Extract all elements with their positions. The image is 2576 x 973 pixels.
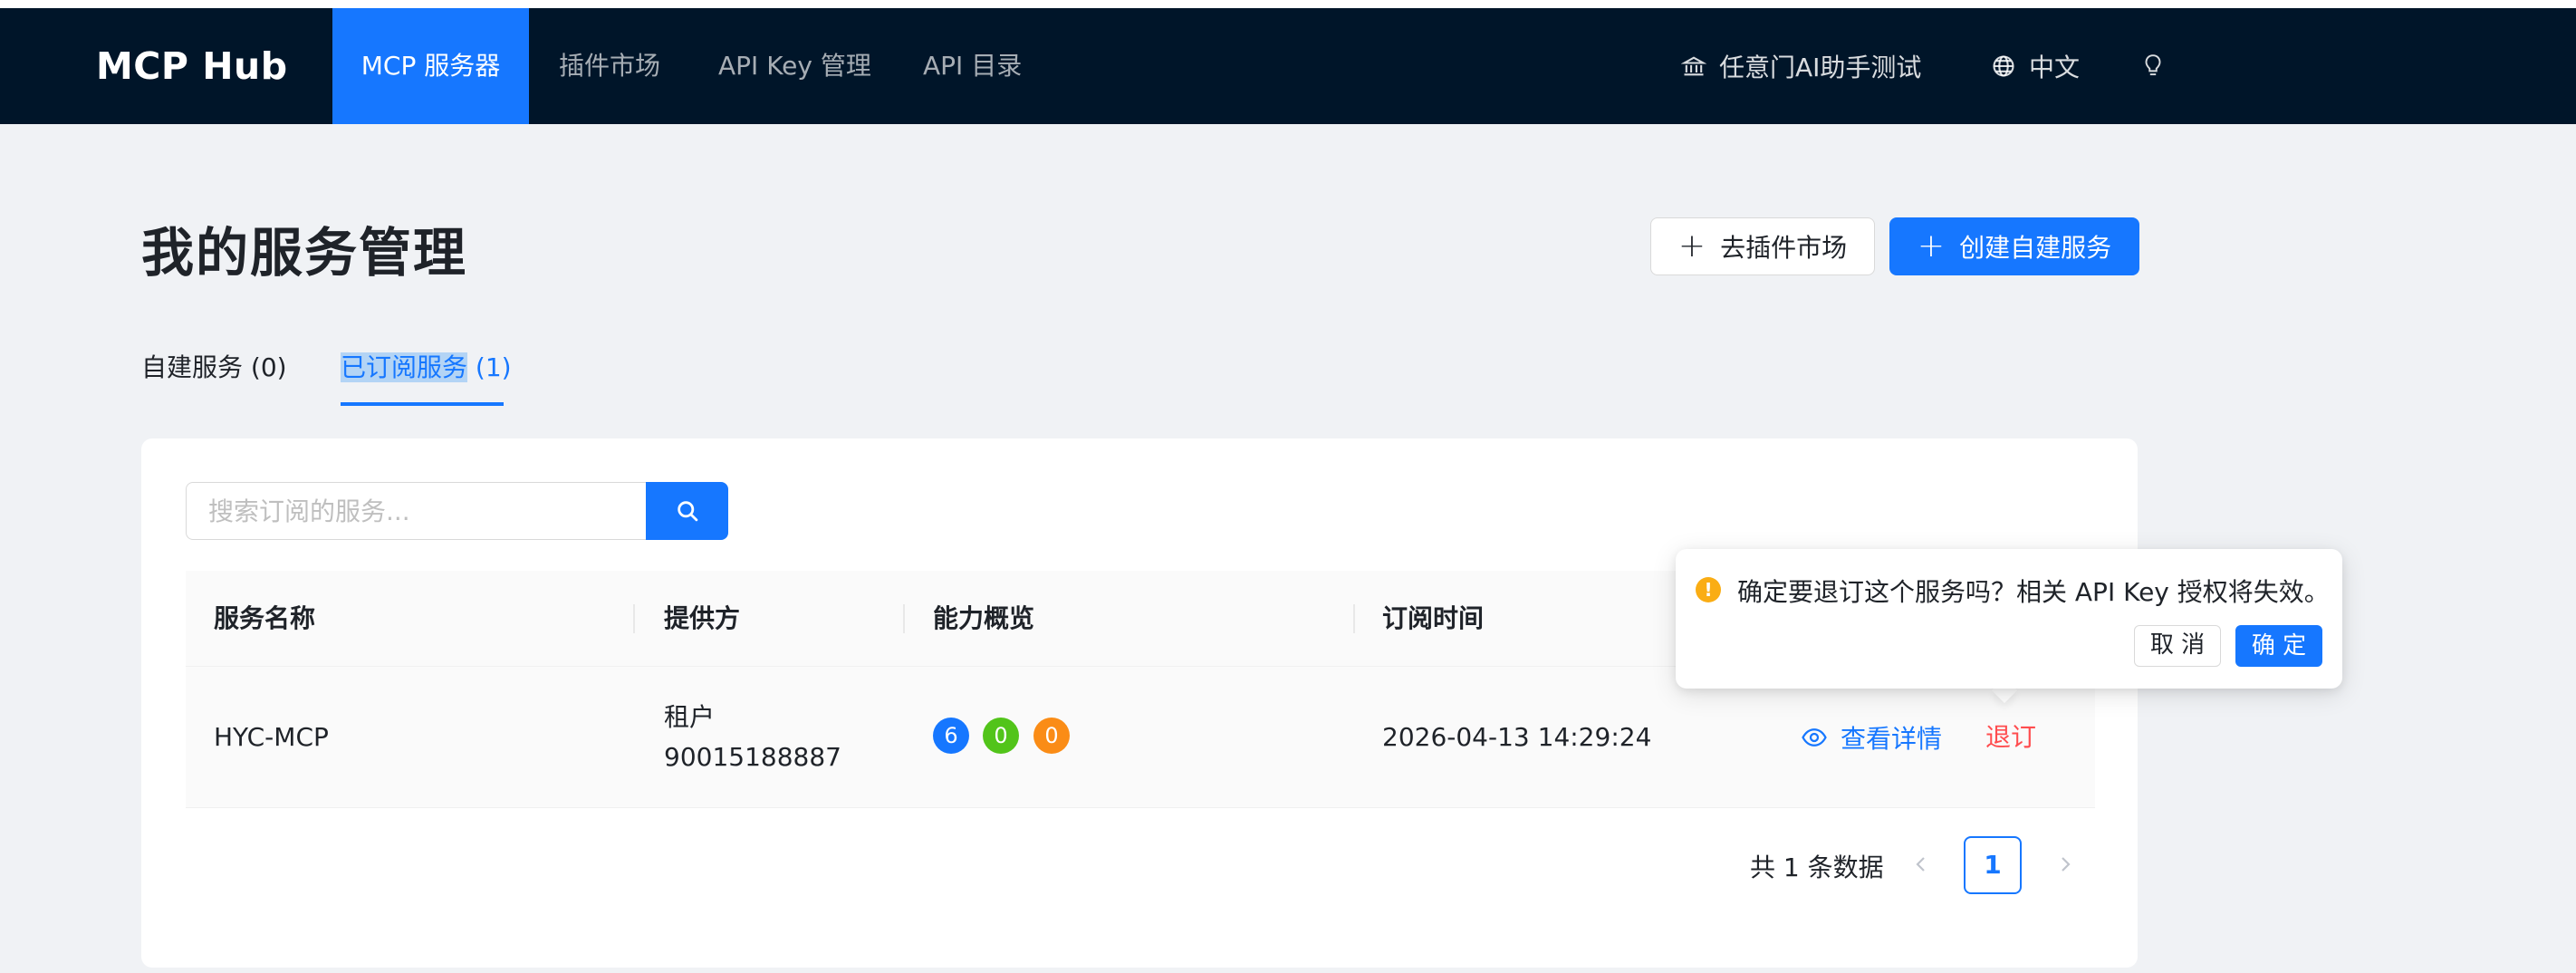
page: MCP Hub MCP 服务器 插件市场 API Key 管理 API 目录 任… [0,0,2576,973]
capability-badge-prompts: 0 [1033,718,1070,754]
theme-toggle[interactable] [2141,8,2177,124]
lightbulb-icon [2145,54,2161,76]
column-divider [903,604,905,633]
search-input[interactable] [186,482,646,540]
language-switcher[interactable]: 中文 [1991,8,2080,124]
pagination-page-1[interactable]: 1 [1964,836,2022,894]
column-header-name: 服务名称 [214,603,316,633]
plus-icon: + [1677,227,1706,265]
language-label: 中文 [2029,53,2081,82]
top-strip [0,0,2576,8]
create-service-button[interactable]: + 创建自建服务 [1889,217,2139,275]
globe-icon [1993,55,2014,77]
tab-self-built[interactable]: 自建服务 (0) [141,348,287,384]
top-navbar: MCP Hub MCP 服务器 插件市场 API Key 管理 API 目录 任… [0,8,2576,124]
column-divider [1353,604,1355,633]
view-details-link[interactable]: 查看详情 [1801,718,1942,757]
popconfirm-message: 确定要退订这个服务吗？相关 API Key 授权将失效。 [1737,577,2330,607]
tab-subscribed[interactable]: 已订阅服务 (1) [341,348,512,384]
column-divider [633,604,635,633]
capability-badge-resources: 0 [983,718,1019,754]
unsubscribe-link[interactable]: 退订 [1985,718,2036,757]
nav-item-api-catalog[interactable]: API 目录 [923,8,1022,124]
bank-icon [1681,56,1706,76]
pagination-prev-button[interactable] [1903,839,1939,890]
nav-item-plugin-market[interactable]: 插件市场 [559,8,660,124]
go-plugin-market-button[interactable]: + 去插件市场 [1650,217,1875,275]
create-service-label: 创建自建服务 [1959,233,2112,263]
provider-type: 租户 [664,702,716,732]
nav-item-api-key[interactable]: API Key 管理 [718,8,871,124]
pagination-total: 共 1 条数据 [1750,853,1884,882]
provider-cell: 租户 90015188887 [664,698,841,777]
warning-icon: ! [1696,577,1721,602]
provider-id: 90015188887 [664,742,841,772]
popconfirm-confirm-button[interactable]: 确 定 [2235,625,2322,667]
subscribed-time: 2026-04-13 14:29:24 [1382,722,1652,752]
column-header-provider: 提供方 [664,603,741,633]
capability-badge-tools: 6 [933,718,969,754]
brand-logo[interactable]: MCP Hub [96,8,288,124]
view-details-label: 查看详情 [1841,724,1943,754]
column-header-subscribed-time: 订阅时间 [1382,603,1485,633]
tenant-switcher[interactable]: 任意门AI助手测试 [1681,8,1921,124]
search-icon [677,501,697,522]
page-title: 我的服务管理 [141,222,468,284]
popconfirm-cancel-button[interactable]: 取 消 [2134,625,2221,667]
tab-ink-bar [341,402,504,406]
nav-item-mcp-servers[interactable]: MCP 服务器 [332,8,529,124]
column-header-capabilities: 能力概览 [933,603,1035,633]
service-name: HYC-MCP [214,722,329,752]
unsubscribe-popconfirm [1676,549,2342,689]
go-plugin-market-label: 去插件市场 [1720,233,1848,263]
eye-icon [1802,728,1827,747]
plus-icon: + [1917,227,1946,265]
tenant-name: 任意门AI助手测试 [1719,53,1922,82]
tab-subscribed-count: (1) [467,352,512,382]
chevron-right-icon [2062,857,2071,872]
search-button[interactable] [646,482,728,540]
chevron-left-icon [1916,857,1925,872]
tab-subscribed-label-selected: 已订阅服务 [341,352,468,382]
pagination-next-button[interactable] [2047,839,2083,890]
